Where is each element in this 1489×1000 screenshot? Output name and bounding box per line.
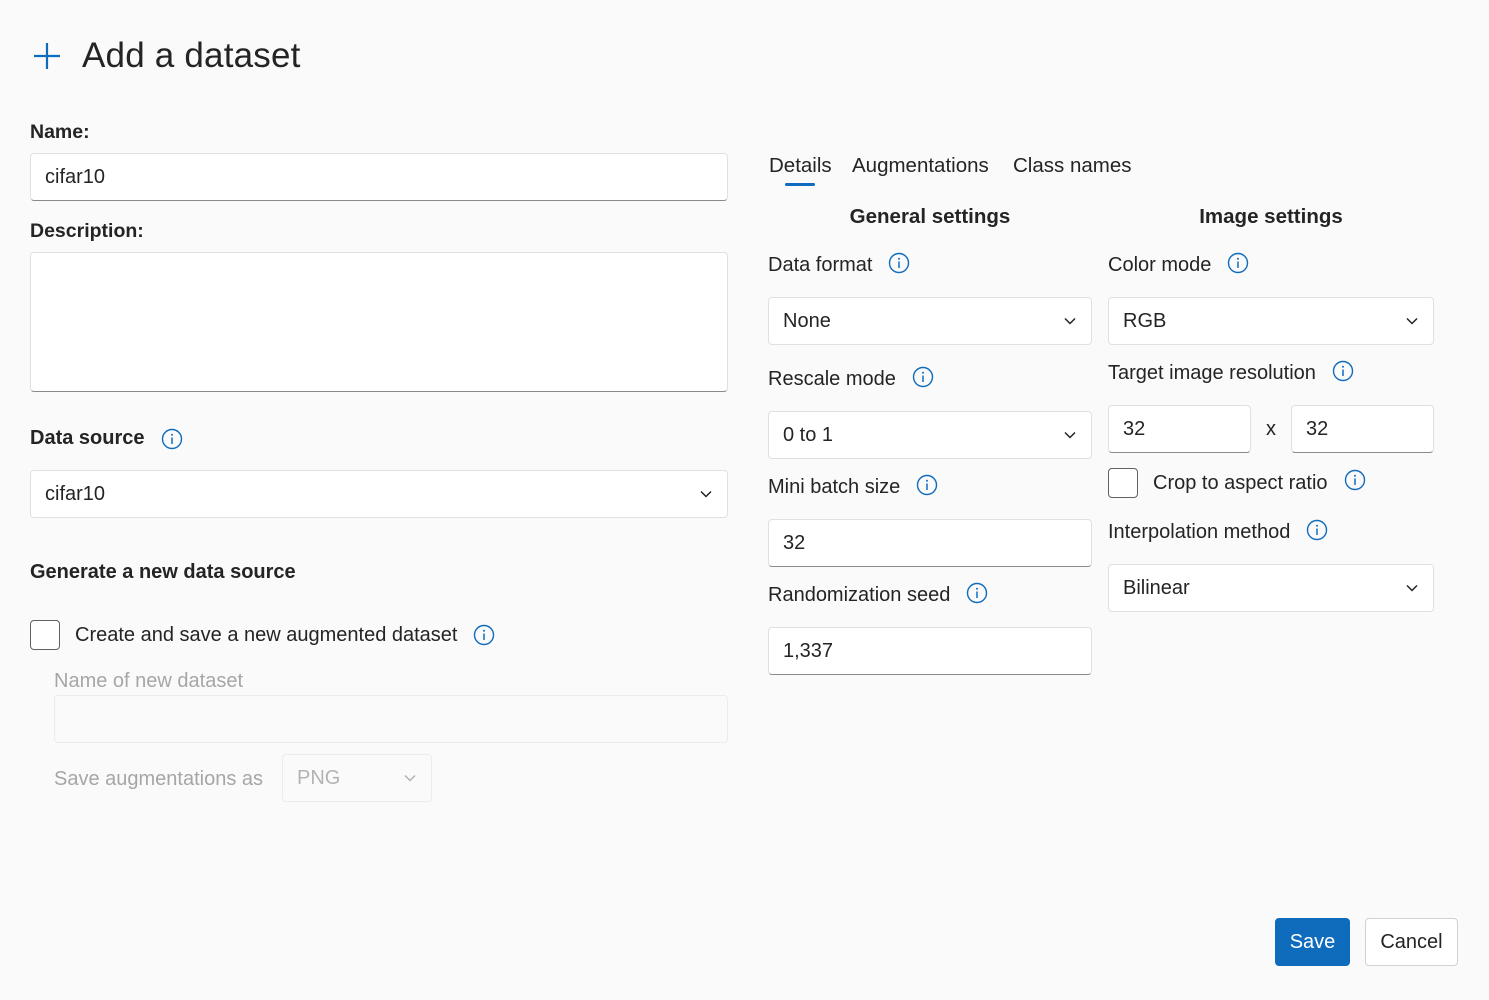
create-augmented-row: Create and save a new augmented dataset: [30, 620, 495, 650]
crop-row: Crop to aspect ratio: [1108, 468, 1366, 498]
crop-label[interactable]: Crop to aspect ratio: [1153, 472, 1328, 495]
save-as-label: Save augmentations as: [54, 768, 264, 790]
generate-heading: Generate a new data source: [30, 561, 296, 583]
new-dataset-name-input[interactable]: [54, 695, 728, 743]
resolution-width-input[interactable]: 32: [1108, 405, 1251, 453]
data-source-value: cifar10: [45, 482, 106, 505]
info-icon[interactable]: [916, 474, 938, 496]
tab-details-indicator: [785, 183, 815, 186]
info-icon[interactable]: [1227, 252, 1249, 274]
save-as-value: PNG: [297, 766, 341, 789]
batch-size-value: 32: [783, 531, 806, 554]
plus-icon: [34, 43, 60, 69]
data-source-select[interactable]: cifar10: [30, 470, 728, 518]
interp-value: Bilinear: [1123, 576, 1190, 599]
general-settings-heading: General settings: [849, 205, 1011, 228]
save-as-select[interactable]: PNG: [282, 754, 432, 802]
create-augmented-checkbox[interactable]: [30, 620, 60, 650]
page-title: Add a dataset: [82, 36, 301, 75]
info-icon[interactable]: [1332, 360, 1354, 382]
name-input-value: cifar10: [45, 165, 106, 188]
image-settings-heading: Image settings: [1199, 205, 1343, 228]
chevron-down-icon: [1406, 317, 1418, 325]
info-icon[interactable]: [912, 366, 934, 388]
info-icon[interactable]: [161, 428, 183, 450]
tab-details[interactable]: Details: [769, 154, 832, 178]
page-header: Add a dataset: [32, 36, 301, 76]
rescale-value: 0 to 1: [783, 423, 834, 446]
info-icon[interactable]: [1306, 519, 1328, 541]
resolution-height-value: 32: [1306, 417, 1329, 440]
rescale-label-row: Rescale mode: [768, 366, 934, 391]
seed-label: Randomization seed: [768, 584, 951, 606]
cancel-button[interactable]: Cancel: [1365, 918, 1458, 966]
rescale-select[interactable]: 0 to 1: [768, 411, 1092, 459]
description-label: Description:: [30, 220, 144, 242]
save-button[interactable]: Save: [1275, 918, 1350, 966]
seed-label-row: Randomization seed: [768, 582, 988, 607]
chevron-down-icon: [1064, 431, 1076, 439]
chevron-down-icon: [1406, 584, 1418, 592]
color-mode-value: RGB: [1123, 309, 1167, 332]
batch-label-row: Mini batch size: [768, 474, 938, 499]
resolution-width-value: 32: [1123, 417, 1146, 440]
data-format-label: Data format: [768, 254, 873, 276]
data-format-label-row: Data format: [768, 252, 910, 277]
seed-input[interactable]: 1,337: [768, 627, 1092, 675]
interp-label-row: Interpolation method: [1108, 519, 1328, 544]
tab-augmentations[interactable]: Augmentations: [852, 154, 989, 178]
rescale-label: Rescale mode: [768, 368, 896, 390]
new-dataset-name-label: Name of new dataset: [54, 670, 243, 692]
resolution-separator: x: [1266, 418, 1276, 440]
data-source-label: Data source: [30, 427, 145, 449]
info-icon[interactable]: [473, 624, 495, 646]
resolution-label: Target image resolution: [1108, 362, 1316, 384]
data-source-label-row: Data source: [30, 427, 183, 450]
info-icon[interactable]: [966, 582, 988, 604]
chevron-down-icon: [404, 774, 416, 782]
batch-label: Mini batch size: [768, 476, 901, 498]
name-input[interactable]: cifar10: [30, 153, 728, 201]
color-mode-label: Color mode: [1108, 254, 1212, 276]
info-icon[interactable]: [888, 252, 910, 274]
interp-select[interactable]: Bilinear: [1108, 564, 1434, 612]
description-textarea[interactable]: [30, 252, 728, 392]
color-mode-select[interactable]: RGB: [1108, 297, 1434, 345]
info-icon[interactable]: [1344, 469, 1366, 491]
seed-value: 1,337: [783, 639, 834, 662]
interp-label: Interpolation method: [1108, 521, 1291, 543]
batch-size-input[interactable]: 32: [768, 519, 1092, 567]
chevron-down-icon: [700, 490, 712, 498]
chevron-down-icon: [1064, 317, 1076, 325]
data-format-value: None: [783, 309, 831, 332]
name-label: Name:: [30, 121, 90, 143]
resolution-height-input[interactable]: 32: [1291, 405, 1434, 453]
tab-class-names[interactable]: Class names: [1013, 154, 1132, 178]
crop-checkbox[interactable]: [1108, 468, 1138, 498]
resolution-label-row: Target image resolution: [1108, 360, 1354, 385]
color-mode-label-row: Color mode: [1108, 252, 1249, 277]
create-augmented-label[interactable]: Create and save a new augmented dataset: [75, 624, 457, 647]
data-format-select[interactable]: None: [768, 297, 1092, 345]
